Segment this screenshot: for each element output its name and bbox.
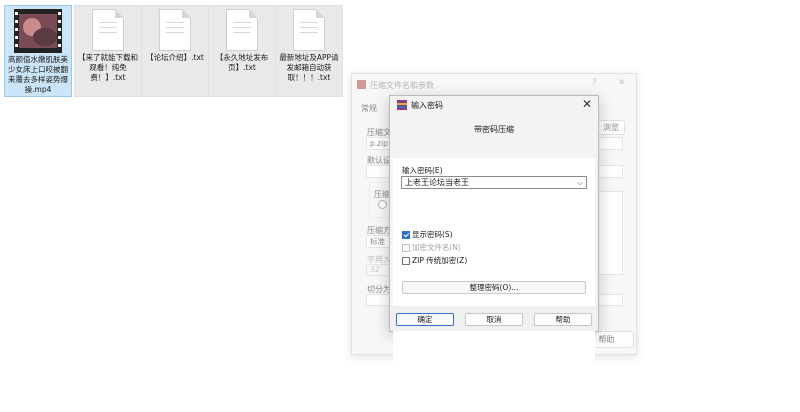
password-input[interactable]: 上老王论坛当老王 ⌵ — [401, 176, 587, 189]
ok-button[interactable]: 确定 — [396, 313, 454, 326]
checkbox-icon — [402, 256, 410, 265]
show-password-checkbox[interactable]: 显示密码(S) — [402, 229, 453, 240]
encrypt-filenames-checkbox[interactable]: 加密文件名(N) — [402, 242, 461, 253]
file-item-txt-1[interactable]: 【来了就能下载和观看！纯免费！】.txt — [74, 5, 142, 97]
winrar-icon — [397, 100, 407, 110]
title-bar: 输入密码 ✕ — [390, 96, 598, 114]
video-thumbnail-icon — [14, 9, 62, 53]
password-label: 输入密码(E) — [402, 166, 443, 175]
file-name: 最新地址及APP请发邮箱自动获取！！！.txt — [279, 53, 339, 82]
file-name: 高颜值水嫩肌肤美少女床上口咬被翻来覆去多样姿势爆操.mp4 — [8, 55, 68, 94]
help-button[interactable]: 帮助 — [534, 313, 592, 326]
dialog-heading: 带密码压缩 — [474, 125, 514, 134]
organize-passwords-button[interactable]: 整理密码(O)... — [402, 281, 586, 294]
dialog-title: 输入密码 — [411, 101, 443, 110]
password-dialog: 输入密码 ✕ 带密码压缩 输入密码(E) 上老王论坛当老王 ⌵ 显示密码(S) … — [389, 95, 599, 368]
checkbox-icon — [402, 243, 410, 252]
file-name: 【永久地址发布页】.txt — [215, 53, 269, 72]
close-icon[interactable]: ✕ — [582, 97, 592, 111]
file-name: 【论坛介绍】.txt — [146, 53, 204, 62]
text-file-icon — [293, 9, 325, 51]
zip-legacy-checkbox[interactable]: ZIP 传统加密(Z) — [402, 255, 467, 266]
checkbox-checked-icon — [402, 230, 410, 239]
file-item-txt-4[interactable]: 最新地址及APP请发邮箱自动获取！！！.txt — [275, 5, 343, 97]
cancel-button[interactable]: 取消 — [465, 313, 523, 326]
text-file-icon — [226, 9, 258, 51]
file-item-video[interactable]: 高颜值水嫩肌肤美少女床上口咬被翻来覆去多样姿势爆操.mp4 — [4, 5, 72, 97]
file-item-txt-3[interactable]: 【永久地址发布页】.txt — [208, 5, 276, 97]
text-file-icon — [159, 9, 191, 51]
text-file-icon — [92, 9, 124, 51]
chevron-down-icon[interactable]: ⌵ — [577, 177, 583, 188]
file-item-txt-2[interactable]: 【论坛介绍】.txt — [141, 5, 209, 97]
file-name: 【来了就能下载和观看！纯免费！】.txt — [78, 53, 138, 82]
